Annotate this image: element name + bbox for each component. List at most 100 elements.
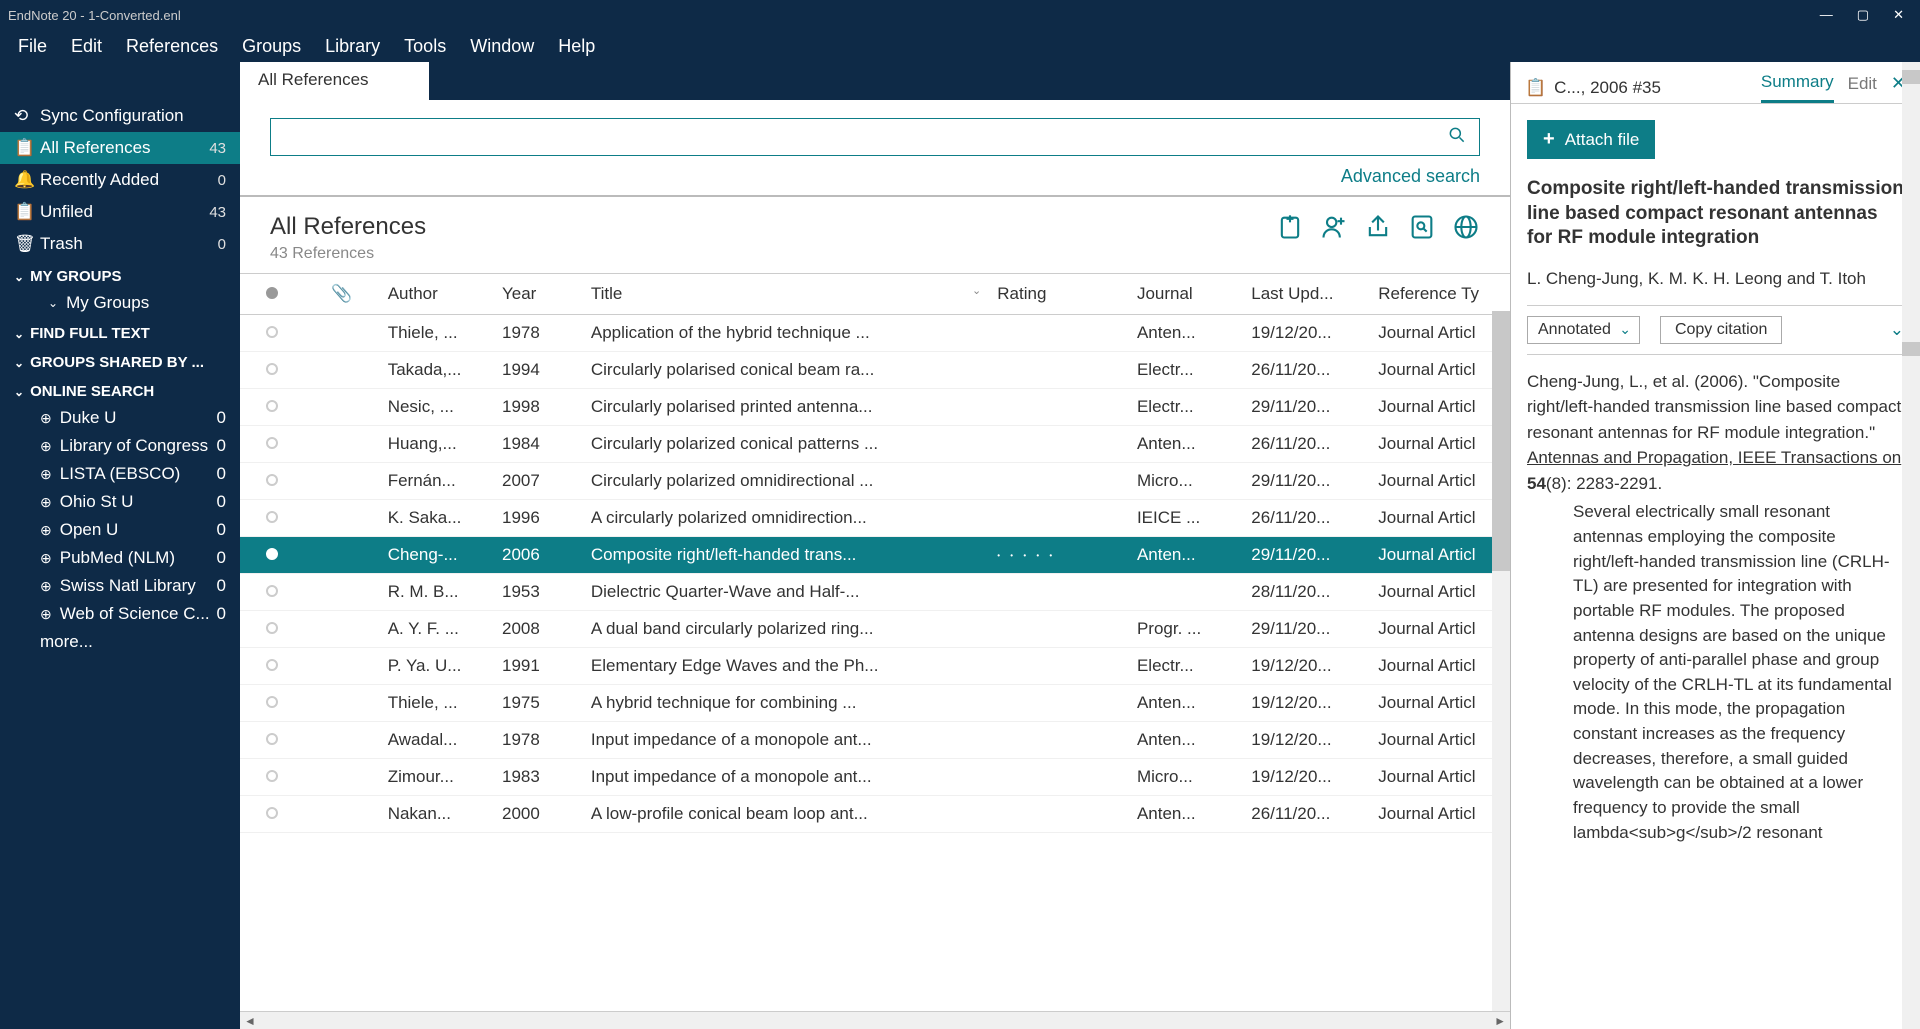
section-find-full-text[interactable]: ⌄FIND FULL TEXT bbox=[0, 317, 240, 346]
table-row[interactable]: K. Saka...1996A circularly polarized omn… bbox=[240, 500, 1510, 537]
my-groups-sub[interactable]: ⌄ My Groups bbox=[0, 289, 240, 317]
cell-reftype: Journal Articl bbox=[1370, 722, 1510, 759]
web-icon[interactable] bbox=[1452, 213, 1480, 248]
search-icon[interactable] bbox=[1447, 125, 1467, 150]
col-status[interactable] bbox=[240, 274, 304, 315]
new-reference-icon[interactable] bbox=[1276, 213, 1304, 248]
copy-citation-button[interactable]: Copy citation bbox=[1660, 316, 1783, 344]
search-box[interactable] bbox=[270, 118, 1480, 156]
col-attachment[interactable]: 📎 bbox=[304, 274, 380, 315]
online-more[interactable]: more... bbox=[0, 628, 240, 656]
add-user-icon[interactable] bbox=[1320, 213, 1348, 248]
scroll-right-icon[interactable]: ► bbox=[1494, 1014, 1506, 1028]
my-groups-sub-label: My Groups bbox=[66, 293, 149, 313]
menu-library[interactable]: Library bbox=[315, 32, 390, 61]
row-status-icon bbox=[266, 585, 278, 597]
maximize-button[interactable]: ▢ bbox=[1857, 7, 1869, 23]
row-status-icon bbox=[266, 622, 278, 634]
online-open-u[interactable]: ⊕Open U0 bbox=[0, 516, 240, 544]
menu-help[interactable]: Help bbox=[548, 32, 605, 61]
menu-edit[interactable]: Edit bbox=[61, 32, 112, 61]
table-row[interactable]: R. M. B...1953Dielectric Quarter-Wave an… bbox=[240, 574, 1510, 611]
scroll-left-icon[interactable]: ◄ bbox=[244, 1014, 256, 1028]
cell-title: Elementary Edge Waves and the Ph... bbox=[583, 648, 989, 685]
table-row[interactable]: Thiele, ...1978Application of the hybrid… bbox=[240, 315, 1510, 352]
cell-updated: 29/11/20... bbox=[1243, 611, 1370, 648]
nav-label: Recently Added bbox=[40, 170, 159, 189]
table-row[interactable]: A. Y. F. ...2008A dual band circularly p… bbox=[240, 611, 1510, 648]
table-row[interactable]: Takada,...1994Circularly polarised conic… bbox=[240, 352, 1510, 389]
col-journal[interactable]: Journal bbox=[1129, 274, 1243, 315]
search-input[interactable] bbox=[283, 128, 1447, 146]
citation-style-select[interactable]: Annotated bbox=[1527, 316, 1640, 344]
online-count: 0 bbox=[217, 436, 226, 456]
col-updated[interactable]: Last Upd... bbox=[1243, 274, 1370, 315]
cell-updated: 19/12/20... bbox=[1243, 648, 1370, 685]
menu-file[interactable]: File bbox=[8, 32, 57, 61]
online-label: PubMed (NLM) bbox=[60, 548, 175, 568]
scroll-arrow-up[interactable] bbox=[1902, 70, 1920, 84]
table-row[interactable]: Nesic, ...1998Circularly polarised print… bbox=[240, 389, 1510, 426]
col-author[interactable]: Author bbox=[380, 274, 494, 315]
table-row[interactable]: Fernán...2007Circularly polarized omnidi… bbox=[240, 463, 1510, 500]
close-button[interactable]: ✕ bbox=[1893, 7, 1904, 23]
table-row[interactable]: Awadal...1978Input impedance of a monopo… bbox=[240, 722, 1510, 759]
online-count: 0 bbox=[217, 464, 226, 484]
menu-window[interactable]: Window bbox=[460, 32, 544, 61]
nav-count: 43 bbox=[209, 140, 226, 157]
menu-groups[interactable]: Groups bbox=[232, 32, 311, 61]
search-doc-icon[interactable] bbox=[1408, 213, 1436, 248]
scroll-thumb[interactable] bbox=[1492, 311, 1510, 571]
col-reftype[interactable]: Reference Ty bbox=[1370, 274, 1510, 315]
horizontal-scrollbar[interactable]: ◄ ► bbox=[240, 1011, 1510, 1029]
online-duke-u[interactable]: ⊕Duke U0 bbox=[0, 404, 240, 432]
table-row[interactable]: Thiele, ...1975A hybrid technique for co… bbox=[240, 685, 1510, 722]
tab-all-references[interactable]: All References bbox=[240, 62, 429, 100]
tab-edit[interactable]: Edit bbox=[1848, 74, 1877, 102]
online-swiss-natl-library[interactable]: ⊕Swiss Natl Library0 bbox=[0, 572, 240, 600]
globe-icon: ⊕ bbox=[40, 606, 52, 623]
section-groups-shared[interactable]: ⌄GROUPS SHARED BY ... bbox=[0, 346, 240, 375]
minimize-button[interactable]: — bbox=[1820, 7, 1833, 23]
table-row[interactable]: P. Ya. U...1991Elementary Edge Waves and… bbox=[240, 648, 1510, 685]
attach-file-button[interactable]: + Attach file bbox=[1527, 120, 1655, 159]
cell-title: A hybrid technique for combining ... bbox=[583, 685, 989, 722]
nav-all-references[interactable]: 📋All References43 bbox=[0, 132, 240, 164]
cell-journal: Electr... bbox=[1129, 352, 1243, 389]
online-web-of-science-c-[interactable]: ⊕Web of Science C...0 bbox=[0, 600, 240, 628]
col-title[interactable]: Title⌄ bbox=[583, 274, 989, 315]
table-row[interactable]: Cheng-...2006Composite right/left-handed… bbox=[240, 537, 1510, 574]
vertical-scrollbar[interactable] bbox=[1492, 311, 1510, 1011]
online-lista-ebsco-[interactable]: ⊕LISTA (EBSCO)0 bbox=[0, 460, 240, 488]
chevron-down-icon: ⌄ bbox=[14, 356, 24, 370]
cell-author: Fernán... bbox=[380, 463, 494, 500]
tab-summary[interactable]: Summary bbox=[1761, 72, 1834, 103]
export-icon[interactable] bbox=[1364, 213, 1392, 248]
online-pubmed-nlm-[interactable]: ⊕PubMed (NLM)0 bbox=[0, 544, 240, 572]
section-online-search[interactable]: ⌄ONLINE SEARCH bbox=[0, 375, 240, 404]
main-content: All References Advanced search All Refer… bbox=[240, 62, 1510, 1029]
details-scrollbar[interactable] bbox=[1902, 62, 1920, 1029]
advanced-search-link[interactable]: Advanced search bbox=[270, 166, 1480, 187]
scroll-thumb-details[interactable] bbox=[1902, 342, 1920, 356]
cell-year: 1975 bbox=[494, 685, 583, 722]
online-library-of-congress[interactable]: ⊕Library of Congress0 bbox=[0, 432, 240, 460]
reference-abstract: Several electrically small resonant ante… bbox=[1527, 500, 1904, 845]
online-ohio-st-u[interactable]: ⊕Ohio St U0 bbox=[0, 488, 240, 516]
nav-recently-added[interactable]: 🔔Recently Added0 bbox=[0, 164, 240, 196]
row-status-icon bbox=[266, 548, 278, 560]
nav-unfiled[interactable]: 📋Unfiled43 bbox=[0, 196, 240, 228]
cell-title: Application of the hybrid technique ... bbox=[583, 315, 989, 352]
menu-references[interactable]: References bbox=[116, 32, 228, 61]
sync-configuration[interactable]: ⟲Sync Configuration bbox=[0, 100, 240, 132]
col-year[interactable]: Year bbox=[494, 274, 583, 315]
table-row[interactable]: Zimour...1983Input impedance of a monopo… bbox=[240, 759, 1510, 796]
section-my-groups[interactable]: ⌄MY GROUPS bbox=[0, 260, 240, 289]
cell-journal: IEICE ... bbox=[1129, 500, 1243, 537]
cell-author: K. Saka... bbox=[380, 500, 494, 537]
col-rating[interactable]: Rating bbox=[989, 274, 1129, 315]
table-row[interactable]: Nakan...2000A low-profile conical beam l… bbox=[240, 796, 1510, 833]
nav-trash[interactable]: 🗑Trash0 bbox=[0, 228, 240, 260]
menu-tools[interactable]: Tools bbox=[394, 32, 456, 61]
table-row[interactable]: Huang,...1984Circularly polarized conica… bbox=[240, 426, 1510, 463]
